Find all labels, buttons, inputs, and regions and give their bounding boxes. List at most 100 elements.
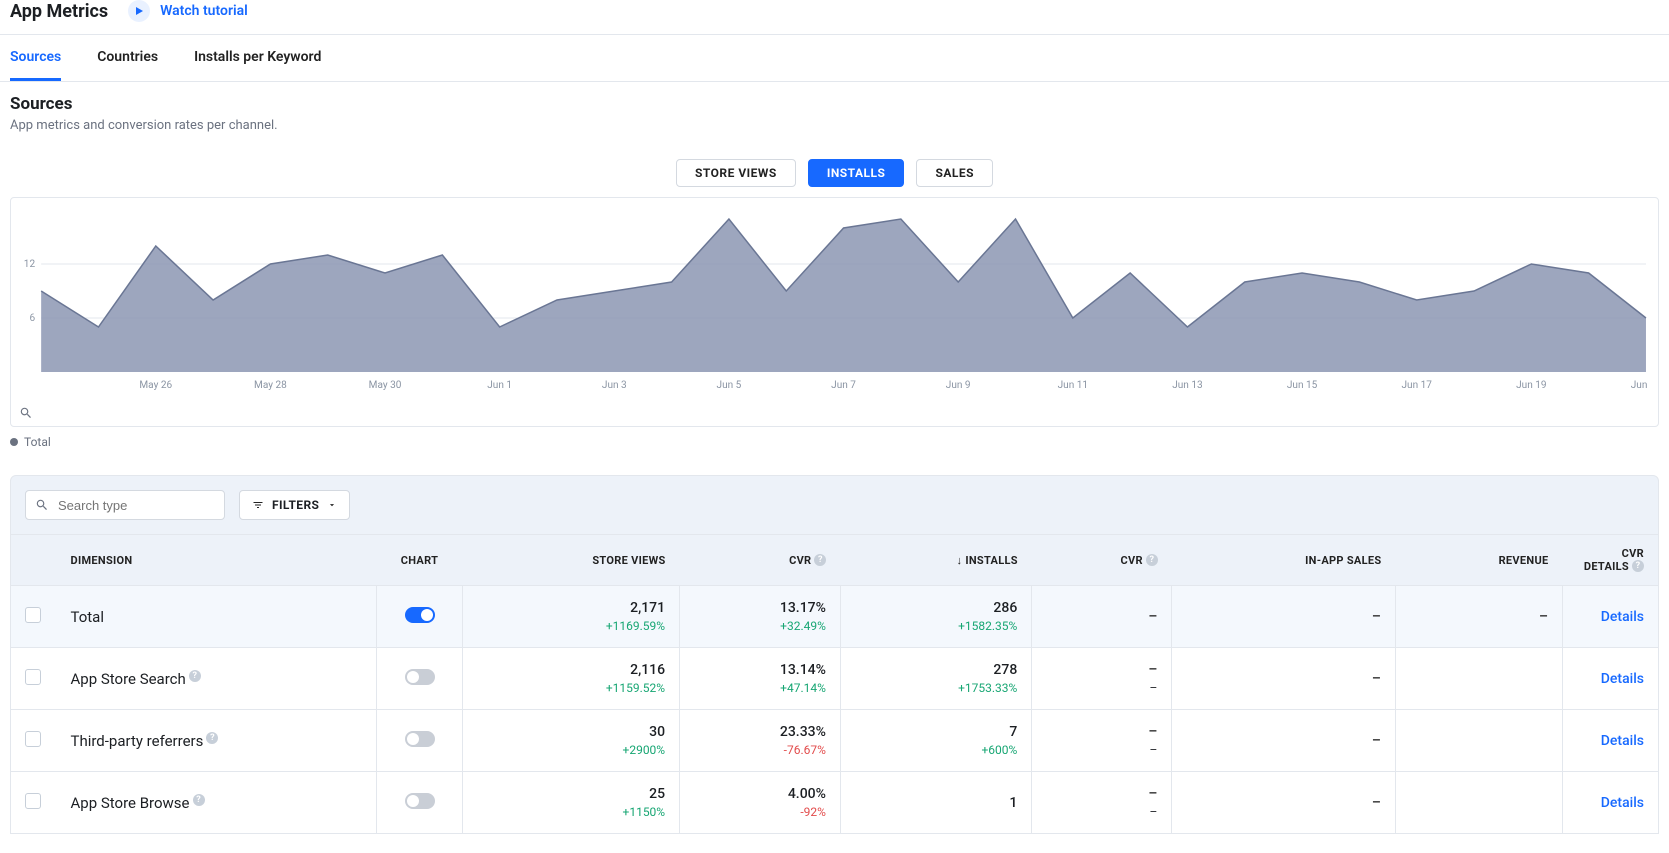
col-cvr1[interactable]: CVR?	[680, 535, 841, 586]
installs-chart: 612May 26May 28May 30Jun 1Jun 3Jun 5Jun …	[10, 197, 1659, 427]
tutorial-label: Watch tutorial	[160, 3, 248, 19]
svg-text:6: 6	[29, 313, 35, 324]
col-dimension[interactable]: DIMENSION	[57, 535, 377, 586]
filters-label: FILTERS	[272, 498, 319, 512]
svg-text:May 30: May 30	[369, 380, 402, 391]
col-installs[interactable]: ↓INSTALLS	[840, 535, 1031, 586]
details-cell: Details	[1563, 772, 1659, 834]
legend-dot-icon	[10, 438, 18, 446]
svg-text:Jun 3: Jun 3	[602, 380, 627, 391]
in-app-sales-cell: –	[1172, 648, 1396, 710]
col-chart[interactable]: CHART	[377, 535, 463, 586]
row-checkbox[interactable]	[25, 669, 41, 685]
filter-icon	[252, 499, 264, 511]
chart-toggle[interactable]	[405, 607, 435, 623]
chart-cell	[377, 710, 463, 772]
tab-sources[interactable]: Sources	[10, 35, 61, 81]
col-checkbox	[11, 535, 57, 586]
details-link[interactable]: Details	[1601, 671, 1644, 687]
col-cvr-details[interactable]: CVR DETAILS?	[1563, 535, 1659, 586]
table-toolbar: FILTERS	[10, 475, 1659, 535]
dimension-cell: App Store Search?	[57, 648, 377, 710]
details-link[interactable]: Details	[1601, 795, 1644, 811]
installs-cell: 1	[840, 772, 1031, 834]
dimension-cell: Total	[57, 586, 377, 648]
row-checkbox[interactable]	[25, 731, 41, 747]
svg-text:Jun 15: Jun 15	[1287, 380, 1318, 391]
table-row: App Store Search? 2,116+1159.52%13.14%+47…	[11, 648, 1659, 710]
tab-installs-per-keyword[interactable]: Installs per Keyword	[194, 35, 321, 81]
cvr1-cell: 13.14%+47.14%	[680, 648, 841, 710]
details-link[interactable]: Details	[1601, 609, 1644, 625]
svg-text:Jun 21: Jun 21	[1631, 380, 1650, 391]
svg-text:Jun 19: Jun 19	[1516, 380, 1546, 391]
help-icon[interactable]: ?	[206, 732, 218, 744]
col-in-app-sales[interactable]: IN-APP SALES	[1172, 535, 1396, 586]
metrics-table: DIMENSION CHART STORE VIEWS CVR? ↓INSTAL…	[10, 535, 1659, 834]
dimension-cell: Third-party referrers?	[57, 710, 377, 772]
svg-text:Jun 1: Jun 1	[487, 380, 512, 391]
store-views-cell: 30+2900%	[463, 710, 680, 772]
cvr2-cell: ––	[1032, 648, 1172, 710]
chart-cell	[377, 586, 463, 648]
table-row: Third-party referrers?30+2900%23.33%-76.…	[11, 710, 1659, 772]
tab-countries[interactable]: Countries	[97, 35, 158, 81]
svg-text:Jun 9: Jun 9	[946, 380, 971, 391]
search-input[interactable]	[25, 490, 225, 520]
installs-cell: 278+1753.33%	[840, 648, 1031, 710]
revenue-cell	[1395, 772, 1562, 834]
cvr1-cell: 4.00%-92%	[680, 772, 841, 834]
section-subtitle: App metrics and conversion rates per cha…	[10, 118, 1659, 133]
help-icon[interactable]: ?	[1146, 554, 1158, 566]
metric-store-views-button[interactable]: STORE VIEWS	[676, 159, 796, 187]
metric-toggle: STORE VIEWS INSTALLS SALES	[0, 159, 1669, 187]
help-icon[interactable]: ?	[814, 554, 826, 566]
checkbox-cell	[11, 648, 57, 710]
svg-text:Jun 17: Jun 17	[1401, 380, 1432, 391]
checkbox-cell	[11, 772, 57, 834]
zoom-icon[interactable]	[19, 406, 33, 420]
svg-text:Jun 13: Jun 13	[1172, 380, 1202, 391]
store-views-cell: 25+1150%	[463, 772, 680, 834]
chart-toggle[interactable]	[405, 793, 435, 809]
checkbox-cell	[11, 586, 57, 648]
search-icon	[35, 498, 49, 512]
legend-total-label: Total	[24, 435, 51, 449]
svg-text:12: 12	[24, 259, 36, 270]
chart-toggle[interactable]	[405, 731, 435, 747]
row-checkbox[interactable]	[25, 793, 41, 809]
chevron-down-icon	[327, 500, 337, 510]
filters-button[interactable]: FILTERS	[239, 490, 350, 520]
metric-installs-button[interactable]: INSTALLS	[808, 159, 905, 187]
col-revenue[interactable]: REVENUE	[1395, 535, 1562, 586]
svg-text:Jun 5: Jun 5	[717, 380, 742, 391]
cvr2-cell: ––	[1032, 710, 1172, 772]
sort-desc-icon: ↓	[957, 554, 963, 567]
col-store-views[interactable]: STORE VIEWS	[463, 535, 680, 586]
details-link[interactable]: Details	[1601, 733, 1644, 749]
cvr1-cell: 13.17%+32.49%	[680, 586, 841, 648]
in-app-sales-cell: –	[1172, 772, 1396, 834]
row-checkbox[interactable]	[25, 607, 41, 623]
play-icon	[128, 0, 150, 22]
revenue-cell: –	[1395, 586, 1562, 648]
details-cell: Details	[1563, 586, 1659, 648]
help-icon[interactable]: ?	[1632, 560, 1644, 572]
revenue-cell	[1395, 710, 1562, 772]
table-row: App Store Browse?25+1150%4.00%-92%1–––De…	[11, 772, 1659, 834]
store-views-cell: 2,116+1159.52%	[463, 648, 680, 710]
chart-cell	[377, 648, 463, 710]
chart-cell	[377, 772, 463, 834]
help-icon[interactable]: ?	[193, 794, 205, 806]
store-views-cell: 2,171+1169.59%	[463, 586, 680, 648]
in-app-sales-cell: –	[1172, 710, 1396, 772]
revenue-cell	[1395, 648, 1562, 710]
col-cvr2[interactable]: CVR?	[1032, 535, 1172, 586]
help-icon[interactable]: ?	[189, 670, 201, 682]
svg-text:May 28: May 28	[254, 380, 287, 391]
chart-toggle[interactable]	[405, 669, 435, 685]
watch-tutorial-link[interactable]: Watch tutorial	[128, 0, 248, 22]
installs-cell: 286+1582.35%	[840, 586, 1031, 648]
cvr2-cell: –	[1032, 586, 1172, 648]
metric-sales-button[interactable]: SALES	[916, 159, 993, 187]
